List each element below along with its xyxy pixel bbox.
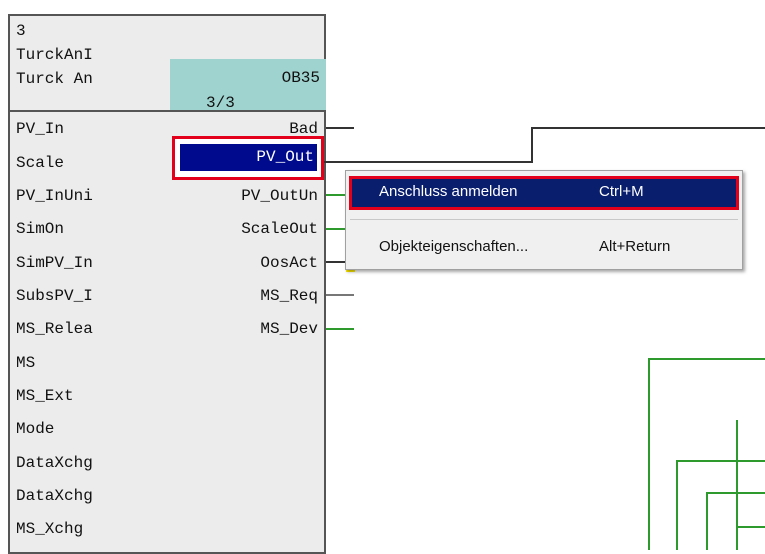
block-instance-name: Turck An (16, 70, 93, 88)
context-menu: Anschluss anmelden Ctrl+M Objekteigensch… (345, 170, 743, 270)
menu-separator (350, 219, 738, 220)
wire-ms-dev (326, 328, 354, 330)
input-pin[interactable]: SimPV_In (16, 254, 93, 272)
block-header: 3 TurckAnI Turck An OB35 3/3 (10, 16, 326, 112)
wire-pv-outun (326, 194, 346, 196)
menu-item-shortcut: Alt+Return (599, 238, 671, 255)
input-pin[interactable]: SimOn (16, 220, 64, 238)
input-pin[interactable]: MS_Relea (16, 320, 93, 338)
selected-output-pin[interactable]: PV_Out (180, 144, 317, 171)
input-pin[interactable]: DataXchg (16, 454, 93, 472)
wire-ms-req (326, 294, 354, 296)
wire-green (736, 526, 765, 528)
output-pin[interactable]: MS_Req (260, 287, 318, 305)
wire-oosact (326, 261, 346, 263)
wire-vertical (531, 127, 533, 163)
input-pin[interactable]: Mode (16, 420, 54, 438)
wire-top-right (532, 127, 765, 129)
block-number: 3 (16, 22, 26, 40)
wire-green (648, 358, 650, 550)
menu-item-anschluss-anmelden[interactable]: Anschluss anmelden Ctrl+M (346, 174, 742, 212)
input-pin[interactable]: SubsPV_I (16, 287, 93, 305)
runtime-group: OB35 (281, 69, 320, 87)
output-pin[interactable]: PV_OutUn (241, 187, 318, 205)
input-pin[interactable]: MS_Xchg (16, 520, 83, 538)
wire-green (706, 492, 708, 550)
wire-green (736, 420, 738, 550)
input-pin[interactable]: Scale (16, 154, 64, 172)
output-pin[interactable]: OosAct (260, 254, 318, 272)
input-pin[interactable]: PV_In (16, 120, 64, 138)
wire-green (676, 460, 678, 550)
function-block[interactable]: 3 TurckAnI Turck An OB35 3/3 PV_In Scale… (8, 14, 326, 554)
output-pin[interactable]: ScaleOut (241, 220, 318, 238)
menu-item-objekteigenschaften[interactable]: Objekteigenschaften... Alt+Return (346, 229, 742, 267)
menu-item-label: Anschluss anmelden (379, 183, 518, 200)
input-pin[interactable]: PV_InUni (16, 187, 93, 205)
wire-green (676, 460, 765, 462)
menu-item-shortcut: Ctrl+M (599, 183, 644, 200)
input-pin[interactable]: DataXchg (16, 487, 93, 505)
input-pin[interactable]: MS (16, 354, 35, 372)
run-count: 3/3 (206, 94, 235, 112)
block-type-name: TurckAnI (16, 46, 93, 64)
wire-green (706, 492, 765, 494)
wire-scaleout (326, 228, 346, 230)
input-pin[interactable]: MS_Ext (16, 387, 74, 405)
menu-item-label: Objekteigenschaften... (379, 238, 529, 255)
wire-pv-out (324, 161, 533, 163)
selected-output-pin-highlight[interactable]: PV_Out (172, 136, 324, 180)
output-pin[interactable]: MS_Dev (260, 320, 318, 338)
wire-bad (326, 127, 354, 129)
wire-green (648, 358, 765, 360)
